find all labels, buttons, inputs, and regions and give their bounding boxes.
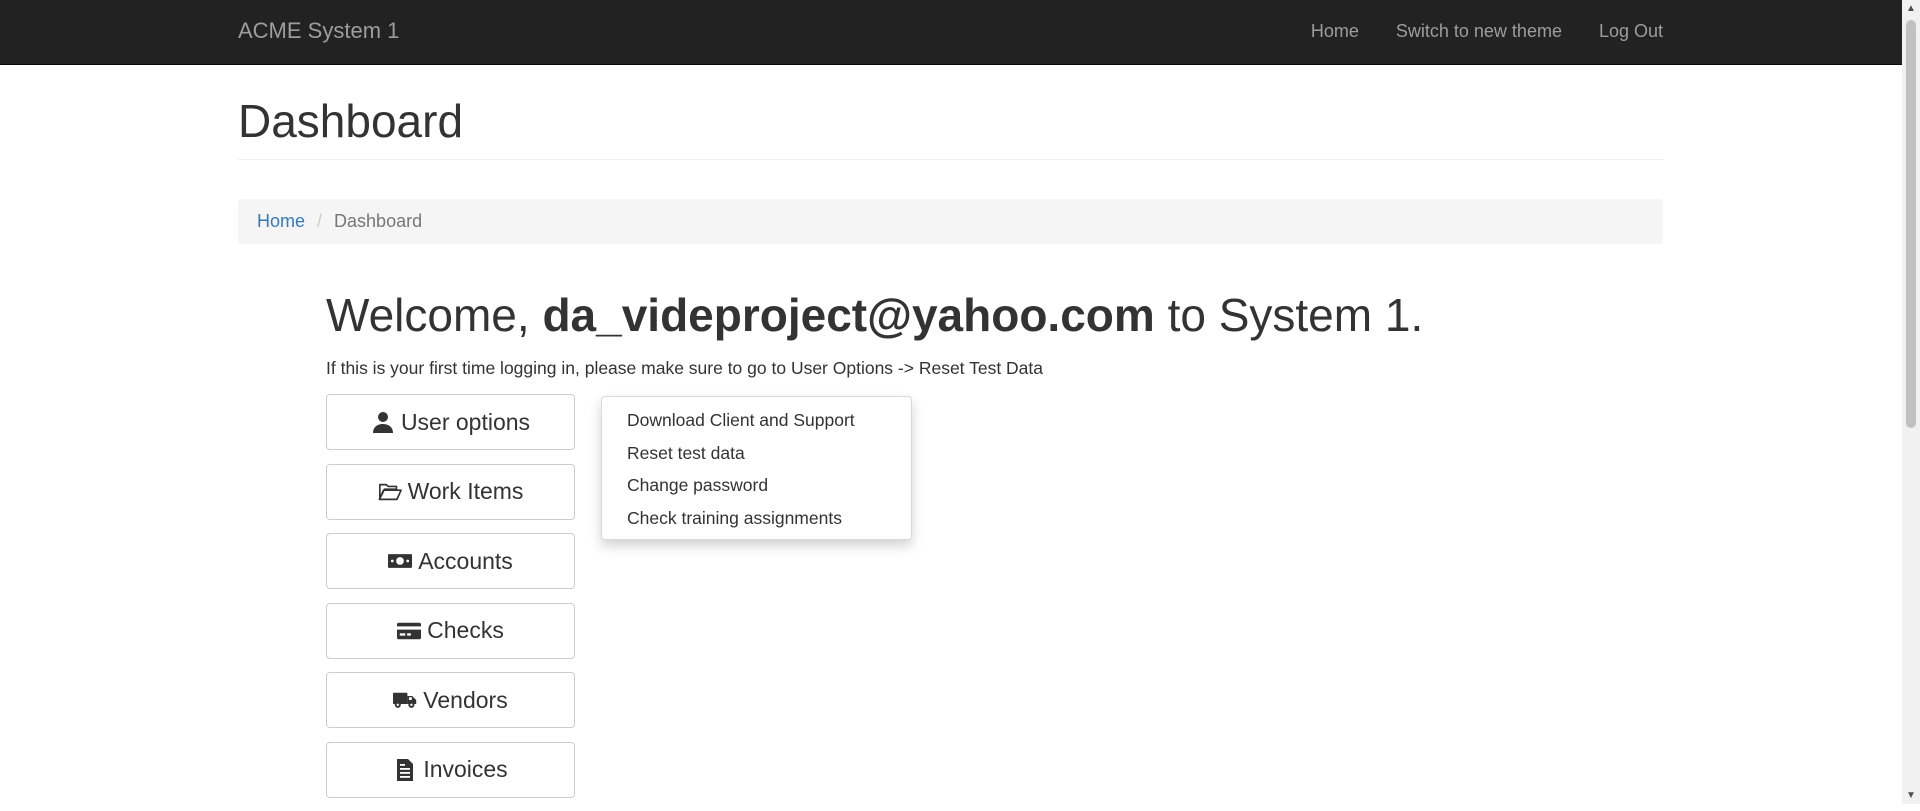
- invoices-label: Invoices: [423, 756, 508, 782]
- folder-open-icon: [378, 483, 402, 500]
- vertical-scrollbar[interactable]: ▲ ▼: [1902, 0, 1920, 804]
- download-client-menu-item[interactable]: Download Client and Support: [602, 404, 911, 437]
- truck-icon: [393, 692, 417, 708]
- work-items-label: Work Items: [407, 478, 524, 504]
- user-email: da_videproject@yahoo.com: [542, 289, 1155, 341]
- nav-logout-link[interactable]: Log Out: [1599, 0, 1663, 62]
- check-training-assignments-menu-item[interactable]: Check training assignments: [602, 502, 911, 535]
- nav-links: Home Switch to new theme Log Out: [1274, 0, 1663, 62]
- checks-label: Checks: [427, 617, 504, 643]
- vendors-button[interactable]: Vendors: [326, 672, 575, 728]
- change-password-menu-item[interactable]: Change password: [602, 469, 911, 502]
- first-login-note: If this is your first time logging in, p…: [326, 358, 1044, 378]
- breadcrumb-home-link[interactable]: Home: [257, 211, 305, 232]
- reset-test-data-menu-item[interactable]: Reset test data: [602, 437, 911, 470]
- credit-card-icon: [397, 622, 422, 639]
- scroll-up-arrow-icon[interactable]: ▲: [1902, 0, 1920, 17]
- breadcrumb: Home / Dashboard: [238, 199, 1663, 244]
- checks-button[interactable]: Checks: [326, 602, 575, 659]
- welcome-suffix: to System 1.: [1154, 289, 1424, 341]
- dashboard-button-list: User options Work Items Accounts Checks …: [326, 394, 575, 811]
- scroll-down-arrow-icon[interactable]: ▼: [1902, 787, 1920, 804]
- accounts-label: Accounts: [418, 547, 513, 574]
- invoices-button[interactable]: Invoices: [326, 741, 575, 798]
- work-items-button[interactable]: Work Items: [326, 463, 575, 520]
- vendors-label: Vendors: [423, 686, 508, 713]
- scrollbar-thumb[interactable]: [1906, 20, 1916, 428]
- nav-switch-theme-link[interactable]: Switch to new theme: [1396, 0, 1562, 62]
- user-options-button[interactable]: User options: [326, 394, 575, 450]
- accounts-button[interactable]: Accounts: [326, 533, 575, 589]
- page-header: Dashboard: [238, 96, 1663, 160]
- money-bill-icon: [388, 554, 413, 568]
- nav-home-link[interactable]: Home: [1311, 0, 1359, 62]
- file-text-icon: [397, 758, 414, 781]
- user-icon: [372, 412, 393, 433]
- page-title: Dashboard: [238, 95, 464, 147]
- brand-link[interactable]: ACME System 1: [238, 0, 399, 62]
- user-options-label: User options: [400, 408, 531, 435]
- breadcrumb-separator: /: [317, 211, 323, 231]
- navbar: ACME System 1 Home Switch to new theme L…: [0, 0, 1902, 65]
- welcome-heading: Welcome, da_videproject@yahoo.com to Sys…: [326, 289, 1423, 342]
- breadcrumb-current: Dashboard: [334, 211, 423, 231]
- welcome-prefix: Welcome,: [326, 289, 543, 341]
- user-options-dropdown-menu: Download Client and Support Reset test d…: [601, 396, 912, 540]
